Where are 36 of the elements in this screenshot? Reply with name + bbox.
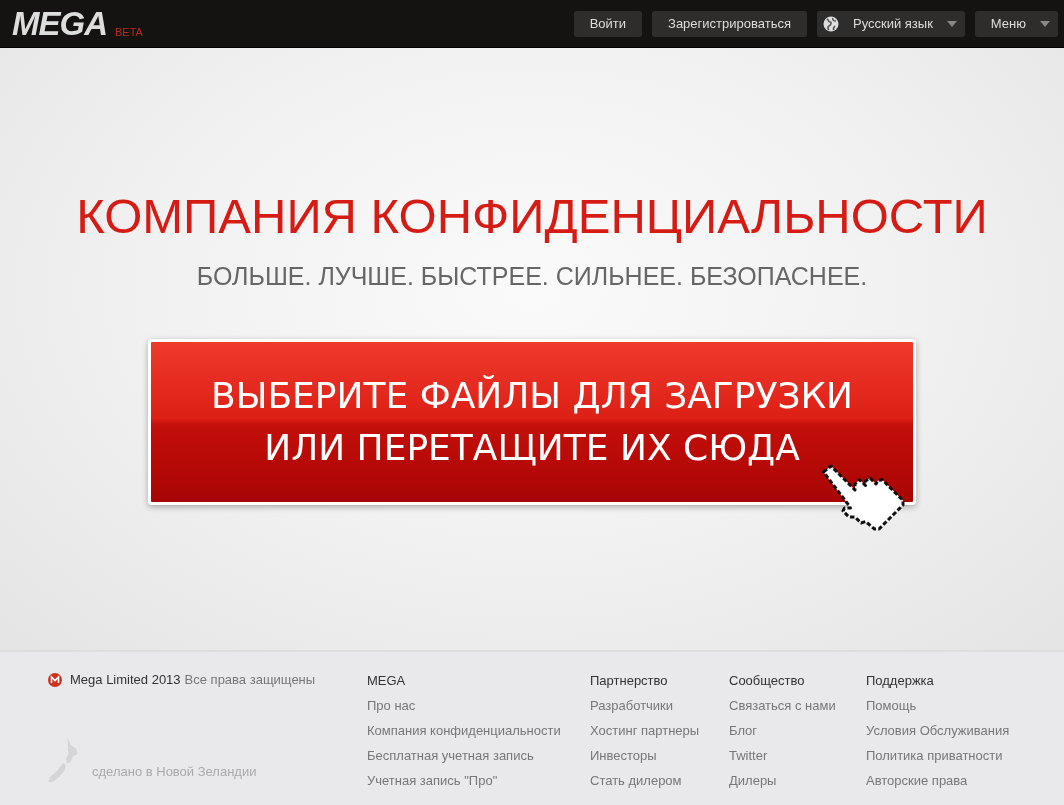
footer-link[interactable]: Разработчики: [590, 697, 729, 714]
language-dropdown[interactable]: Русский язык: [816, 10, 965, 37]
footer-link[interactable]: Условия Обслуживания: [866, 722, 1010, 739]
footer-link[interactable]: Хостинг партнеры: [590, 722, 729, 739]
header-button[interactable]: Зарегистрироваться: [652, 10, 807, 37]
footer-link[interactable]: Бесплатная учетная запись: [367, 747, 590, 764]
footer-link[interactable]: Дилеры: [729, 772, 866, 789]
footer-link[interactable]: Стать дилером: [590, 772, 729, 789]
footer-link[interactable]: Учетная запись "Про": [367, 772, 590, 789]
rights-text: Все права защищены: [184, 672, 316, 687]
footer-heading: Партнерство: [590, 672, 669, 689]
footer-heading: Сообщество: [729, 672, 806, 689]
beta-label: BETA: [115, 25, 143, 38]
logo[interactable]: MEGA: [12, 5, 107, 42]
header-button[interactable]: Войти: [573, 10, 643, 37]
globe-icon: [822, 15, 839, 32]
caret-icon: [946, 20, 957, 27]
footer-link[interactable]: Блог: [729, 722, 866, 739]
made-in-text: сделано в Новой Зеландии: [92, 764, 257, 779]
footer-link[interactable]: Инвесторы: [590, 747, 729, 764]
upload-button[interactable]: ВЫБЕРИТЕ ФАЙЛЫ ДЛЯ ЗАГРУЗКИ ИЛИ ПЕРЕТАЩИТЕ ИХ СЮДА: [148, 339, 916, 505]
footer-link[interactable]: Про нас: [367, 697, 590, 714]
footer-heading: Поддержка: [866, 672, 935, 689]
mega-logo-icon: [48, 672, 62, 687]
footer-link[interactable]: Twitter: [729, 747, 866, 764]
hero-title: КОМПАНИЯ КОНФИДЕНЦИАЛЬНОСТИ: [76, 188, 988, 244]
menu-dropdown[interactable]: Меню: [974, 10, 1058, 37]
footer-link[interactable]: Помощь: [866, 697, 1010, 714]
footer-link[interactable]: Политика приватности: [866, 747, 1010, 764]
hero-subtitle: БОЛЬШЕ. ЛУЧШЕ. БЫСТРЕЕ. СИЛЬНЕЕ. БЕЗОПАСНЕЕ.: [196, 262, 868, 291]
footer-link[interactable]: Связаться с нами: [729, 697, 866, 714]
caret-icon: [1040, 20, 1050, 27]
footer-link[interactable]: Авторские права: [866, 772, 1010, 789]
company-name: Mega Limited 2013: [70, 672, 181, 687]
footer-heading: MEGA: [367, 672, 407, 689]
footer-link[interactable]: Компания конфиденциальности: [367, 722, 590, 739]
